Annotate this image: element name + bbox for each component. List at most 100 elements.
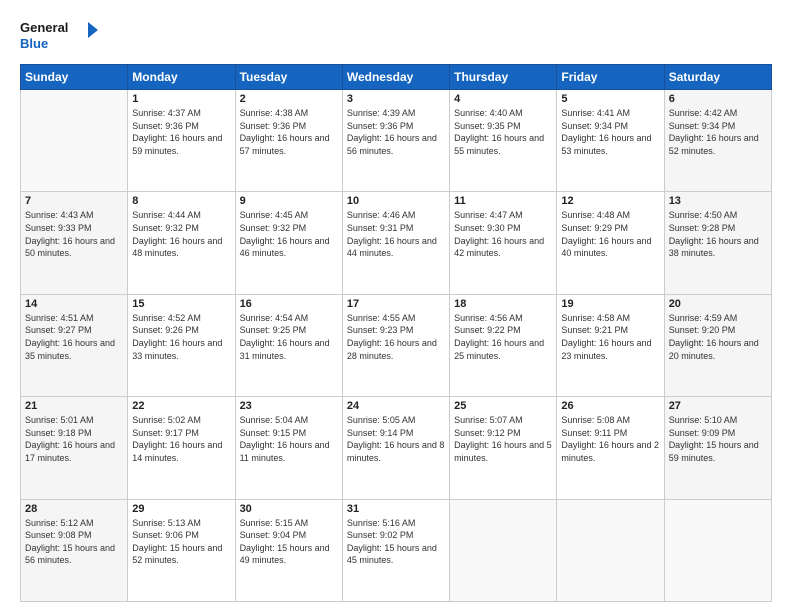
day-number: 6 [669,93,767,105]
calendar-cell: 23 Sunrise: 5:04 AMSunset: 9:15 PMDaylig… [235,397,342,499]
day-info: Sunrise: 4:44 AMSunset: 9:32 PMDaylight:… [132,209,230,259]
day-info: Sunrise: 5:12 AMSunset: 9:08 PMDaylight:… [25,517,123,567]
calendar-cell: 27 Sunrise: 5:10 AMSunset: 9:09 PMDaylig… [664,397,771,499]
day-number: 25 [454,400,552,412]
calendar-cell: 1 Sunrise: 4:37 AMSunset: 9:36 PMDayligh… [128,90,235,192]
day-info: Sunrise: 4:48 AMSunset: 9:29 PMDaylight:… [561,209,659,259]
calendar-cell: 25 Sunrise: 5:07 AMSunset: 9:12 PMDaylig… [450,397,557,499]
calendar-cell: 31 Sunrise: 5:16 AMSunset: 9:02 PMDaylig… [342,499,449,601]
day-number: 9 [240,195,338,207]
calendar-cell: 15 Sunrise: 4:52 AMSunset: 9:26 PMDaylig… [128,294,235,396]
day-number: 24 [347,400,445,412]
day-number: 28 [25,503,123,515]
day-number: 8 [132,195,230,207]
calendar-cell [557,499,664,601]
calendar-week-row: 1 Sunrise: 4:37 AMSunset: 9:36 PMDayligh… [21,90,772,192]
day-number: 21 [25,400,123,412]
day-number: 12 [561,195,659,207]
calendar-cell: 21 Sunrise: 5:01 AMSunset: 9:18 PMDaylig… [21,397,128,499]
header: General Blue [20,16,772,56]
day-number: 31 [347,503,445,515]
calendar-cell: 17 Sunrise: 4:55 AMSunset: 9:23 PMDaylig… [342,294,449,396]
calendar-cell: 2 Sunrise: 4:38 AMSunset: 9:36 PMDayligh… [235,90,342,192]
day-info: Sunrise: 4:38 AMSunset: 9:36 PMDaylight:… [240,107,338,157]
logo-svg: General Blue [20,16,100,56]
calendar-day-header: Friday [557,65,664,90]
day-number: 11 [454,195,552,207]
day-number: 7 [25,195,123,207]
calendar-cell: 30 Sunrise: 5:15 AMSunset: 9:04 PMDaylig… [235,499,342,601]
day-info: Sunrise: 4:55 AMSunset: 9:23 PMDaylight:… [347,312,445,362]
day-info: Sunrise: 4:47 AMSunset: 9:30 PMDaylight:… [454,209,552,259]
day-info: Sunrise: 4:59 AMSunset: 9:20 PMDaylight:… [669,312,767,362]
calendar-week-row: 14 Sunrise: 4:51 AMSunset: 9:27 PMDaylig… [21,294,772,396]
calendar-header-row: SundayMondayTuesdayWednesdayThursdayFrid… [21,65,772,90]
calendar-day-header: Sunday [21,65,128,90]
calendar-cell: 9 Sunrise: 4:45 AMSunset: 9:32 PMDayligh… [235,192,342,294]
calendar-cell: 11 Sunrise: 4:47 AMSunset: 9:30 PMDaylig… [450,192,557,294]
day-info: Sunrise: 4:54 AMSunset: 9:25 PMDaylight:… [240,312,338,362]
calendar-cell: 5 Sunrise: 4:41 AMSunset: 9:34 PMDayligh… [557,90,664,192]
calendar-cell: 20 Sunrise: 4:59 AMSunset: 9:20 PMDaylig… [664,294,771,396]
calendar-cell: 18 Sunrise: 4:56 AMSunset: 9:22 PMDaylig… [450,294,557,396]
day-number: 30 [240,503,338,515]
logo: General Blue [20,16,100,56]
day-info: Sunrise: 4:58 AMSunset: 9:21 PMDaylight:… [561,312,659,362]
day-number: 26 [561,400,659,412]
calendar-cell [450,499,557,601]
day-number: 1 [132,93,230,105]
day-info: Sunrise: 4:42 AMSunset: 9:34 PMDaylight:… [669,107,767,157]
day-number: 13 [669,195,767,207]
day-info: Sunrise: 4:43 AMSunset: 9:33 PMDaylight:… [25,209,123,259]
day-info: Sunrise: 4:45 AMSunset: 9:32 PMDaylight:… [240,209,338,259]
day-info: Sunrise: 5:07 AMSunset: 9:12 PMDaylight:… [454,414,552,464]
calendar-cell: 6 Sunrise: 4:42 AMSunset: 9:34 PMDayligh… [664,90,771,192]
day-info: Sunrise: 4:39 AMSunset: 9:36 PMDaylight:… [347,107,445,157]
day-number: 15 [132,298,230,310]
day-info: Sunrise: 4:56 AMSunset: 9:22 PMDaylight:… [454,312,552,362]
svg-text:General: General [20,20,68,35]
calendar-day-header: Wednesday [342,65,449,90]
calendar-cell: 13 Sunrise: 4:50 AMSunset: 9:28 PMDaylig… [664,192,771,294]
day-info: Sunrise: 5:05 AMSunset: 9:14 PMDaylight:… [347,414,445,464]
day-number: 10 [347,195,445,207]
day-info: Sunrise: 5:16 AMSunset: 9:02 PMDaylight:… [347,517,445,567]
calendar-cell [21,90,128,192]
day-info: Sunrise: 4:51 AMSunset: 9:27 PMDaylight:… [25,312,123,362]
calendar-cell: 16 Sunrise: 4:54 AMSunset: 9:25 PMDaylig… [235,294,342,396]
day-number: 19 [561,298,659,310]
day-info: Sunrise: 4:50 AMSunset: 9:28 PMDaylight:… [669,209,767,259]
calendar-day-header: Saturday [664,65,771,90]
calendar-day-header: Thursday [450,65,557,90]
calendar-cell: 19 Sunrise: 4:58 AMSunset: 9:21 PMDaylig… [557,294,664,396]
calendar-cell: 10 Sunrise: 4:46 AMSunset: 9:31 PMDaylig… [342,192,449,294]
calendar-cell: 26 Sunrise: 5:08 AMSunset: 9:11 PMDaylig… [557,397,664,499]
day-info: Sunrise: 4:52 AMSunset: 9:26 PMDaylight:… [132,312,230,362]
day-number: 22 [132,400,230,412]
calendar-cell: 14 Sunrise: 4:51 AMSunset: 9:27 PMDaylig… [21,294,128,396]
day-info: Sunrise: 4:46 AMSunset: 9:31 PMDaylight:… [347,209,445,259]
day-info: Sunrise: 5:08 AMSunset: 9:11 PMDaylight:… [561,414,659,464]
day-info: Sunrise: 4:40 AMSunset: 9:35 PMDaylight:… [454,107,552,157]
calendar-week-row: 21 Sunrise: 5:01 AMSunset: 9:18 PMDaylig… [21,397,772,499]
calendar-table: SundayMondayTuesdayWednesdayThursdayFrid… [20,64,772,602]
calendar-cell: 3 Sunrise: 4:39 AMSunset: 9:36 PMDayligh… [342,90,449,192]
svg-text:Blue: Blue [20,36,48,51]
day-number: 23 [240,400,338,412]
calendar-day-header: Monday [128,65,235,90]
calendar-cell: 29 Sunrise: 5:13 AMSunset: 9:06 PMDaylig… [128,499,235,601]
day-info: Sunrise: 4:37 AMSunset: 9:36 PMDaylight:… [132,107,230,157]
day-info: Sunrise: 5:04 AMSunset: 9:15 PMDaylight:… [240,414,338,464]
calendar-cell: 4 Sunrise: 4:40 AMSunset: 9:35 PMDayligh… [450,90,557,192]
calendar-cell: 7 Sunrise: 4:43 AMSunset: 9:33 PMDayligh… [21,192,128,294]
calendar-cell: 12 Sunrise: 4:48 AMSunset: 9:29 PMDaylig… [557,192,664,294]
day-number: 3 [347,93,445,105]
day-number: 27 [669,400,767,412]
calendar-cell [664,499,771,601]
day-info: Sunrise: 5:01 AMSunset: 9:18 PMDaylight:… [25,414,123,464]
day-info: Sunrise: 5:15 AMSunset: 9:04 PMDaylight:… [240,517,338,567]
calendar-cell: 8 Sunrise: 4:44 AMSunset: 9:32 PMDayligh… [128,192,235,294]
calendar-cell: 24 Sunrise: 5:05 AMSunset: 9:14 PMDaylig… [342,397,449,499]
day-number: 20 [669,298,767,310]
day-number: 18 [454,298,552,310]
